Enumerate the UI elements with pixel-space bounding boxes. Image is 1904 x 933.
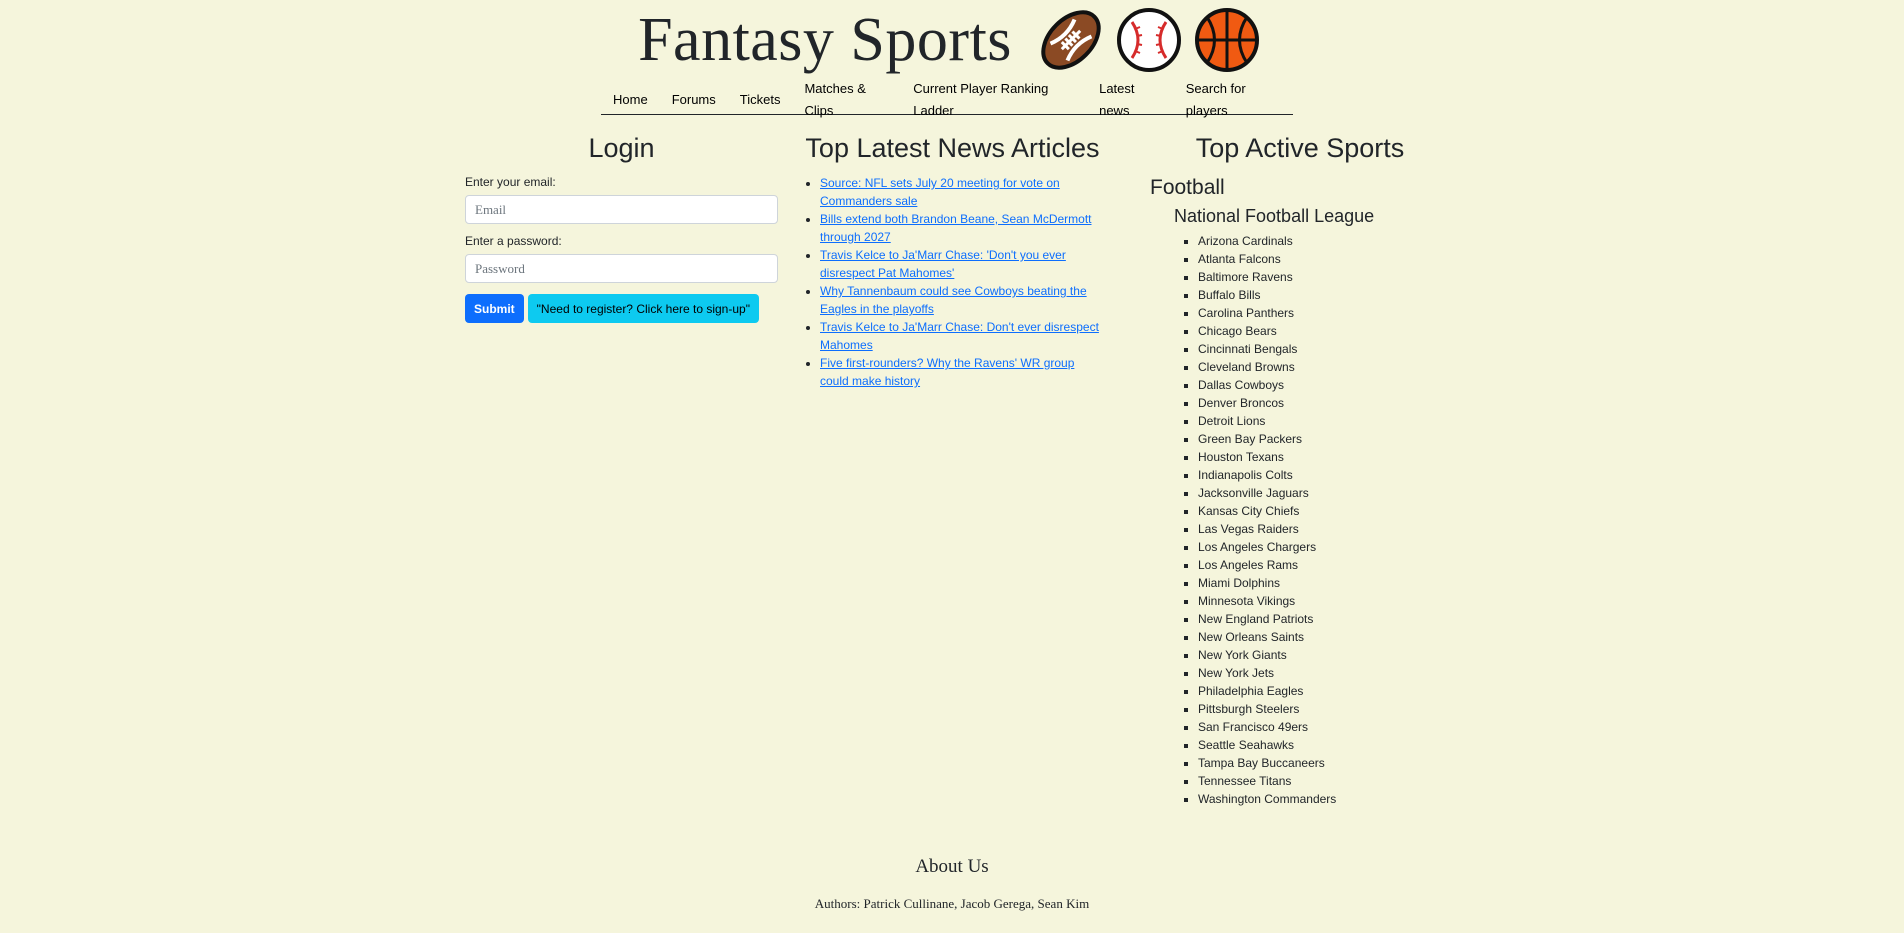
football-icon bbox=[1036, 5, 1106, 75]
news-article-link[interactable]: Five first-rounders? Why the Ravens' WR … bbox=[820, 356, 1074, 388]
team-item: Indianapolis Colts bbox=[1198, 466, 1450, 484]
team-item: Chicago Bears bbox=[1198, 322, 1450, 340]
league-name: National Football League bbox=[1174, 206, 1375, 226]
news-item: Bills extend both Brandon Beane, Sean Mc… bbox=[820, 210, 1105, 246]
team-item: Cincinnati Bengals bbox=[1198, 340, 1450, 358]
team-list: Arizona Cardinals Atlanta Falcons Baltim… bbox=[1150, 232, 1450, 808]
nav-search-players[interactable]: Search for players bbox=[1174, 78, 1293, 122]
team-item: Baltimore Ravens bbox=[1198, 268, 1450, 286]
team-item: Cleveland Browns bbox=[1198, 358, 1450, 376]
nav-tickets[interactable]: Tickets bbox=[728, 89, 793, 111]
password-field[interactable] bbox=[465, 254, 778, 283]
team-item: Jacksonville Jaguars bbox=[1198, 484, 1450, 502]
nav-forums[interactable]: Forums bbox=[660, 89, 728, 111]
team-item: Buffalo Bills bbox=[1198, 286, 1450, 304]
team-item: Denver Broncos bbox=[1198, 394, 1450, 412]
news-article-link[interactable]: Bills extend both Brandon Beane, Sean Mc… bbox=[820, 212, 1092, 244]
email-field[interactable] bbox=[465, 195, 778, 224]
nav-latest-news[interactable]: Latest news bbox=[1087, 78, 1174, 122]
team-item: Green Bay Packers bbox=[1198, 430, 1450, 448]
team-item: New York Jets bbox=[1198, 664, 1450, 682]
team-item: San Francisco 49ers bbox=[1198, 718, 1450, 736]
team-item: Dallas Cowboys bbox=[1198, 376, 1450, 394]
team-item: Detroit Lions bbox=[1198, 412, 1450, 430]
sport-name: Football bbox=[1150, 176, 1225, 199]
team-item: Kansas City Chiefs bbox=[1198, 502, 1450, 520]
nav-matches-clips[interactable]: Matches & Clips bbox=[792, 78, 901, 122]
team-item: Philadelphia Eagles bbox=[1198, 682, 1450, 700]
team-item: Miami Dolphins bbox=[1198, 574, 1450, 592]
submit-button[interactable]: Submit bbox=[465, 294, 524, 323]
nav-player-ranking-ladder[interactable]: Current Player Ranking Ladder bbox=[901, 78, 1087, 122]
baseball-icon bbox=[1114, 5, 1184, 75]
team-item: Seattle Seahawks bbox=[1198, 736, 1450, 754]
team-item: Arizona Cardinals bbox=[1198, 232, 1450, 250]
site-header: Fantasy Sports bbox=[0, 0, 1904, 80]
news-item: Travis Kelce to Ja'Marr Chase: Don't eve… bbox=[820, 318, 1105, 354]
sports-title: Top Active Sports bbox=[1195, 133, 1405, 163]
register-button[interactable]: "Need to register? Click here to sign-up… bbox=[527, 294, 759, 323]
news-article-link[interactable]: Travis Kelce to Ja'Marr Chase: 'Don't yo… bbox=[820, 248, 1066, 280]
team-item: Los Angeles Rams bbox=[1198, 556, 1450, 574]
login-panel: Login Enter your email: Enter a password… bbox=[465, 128, 778, 323]
login-title: Login bbox=[588, 133, 655, 163]
team-item: Los Angeles Chargers bbox=[1198, 538, 1450, 556]
team-item: Atlanta Falcons bbox=[1198, 250, 1450, 268]
team-item: Carolina Panthers bbox=[1198, 304, 1450, 322]
team-item: New England Patriots bbox=[1198, 610, 1450, 628]
news-item: Five first-rounders? Why the Ravens' WR … bbox=[820, 354, 1105, 390]
news-article-link[interactable]: Travis Kelce to Ja'Marr Chase: Don't eve… bbox=[820, 320, 1099, 352]
email-label: Enter your email: bbox=[465, 175, 556, 189]
news-title: Top Latest News Articles bbox=[805, 133, 1100, 163]
team-item: Pittsburgh Steelers bbox=[1198, 700, 1450, 718]
news-article-link[interactable]: Source: NFL sets July 20 meeting for vot… bbox=[820, 176, 1060, 208]
news-item: Travis Kelce to Ja'Marr Chase: 'Don't yo… bbox=[820, 246, 1105, 282]
authors-text: Authors: Patrick Cullinane, Jacob Gerega… bbox=[814, 896, 1090, 911]
password-label: Enter a password: bbox=[465, 234, 562, 248]
basketball-icon bbox=[1192, 5, 1262, 75]
news-item: Source: NFL sets July 20 meeting for vot… bbox=[820, 174, 1105, 210]
login-buttons: Submit "Need to register? Click here to … bbox=[465, 294, 778, 323]
news-article-link[interactable]: Why Tannenbaum could see Cowboys beating… bbox=[820, 284, 1087, 316]
about-us-title: About Us bbox=[915, 856, 989, 877]
site-title: Fantasy Sports bbox=[638, 6, 1012, 74]
team-item: Houston Texans bbox=[1198, 448, 1450, 466]
news-list: Source: NFL sets July 20 meeting for vot… bbox=[800, 174, 1105, 390]
team-item: Tampa Bay Buccaneers bbox=[1198, 754, 1450, 772]
team-item: Washington Commanders bbox=[1198, 790, 1450, 808]
team-item: Tennessee Titans bbox=[1198, 772, 1450, 790]
news-item: Why Tannenbaum could see Cowboys beating… bbox=[820, 282, 1105, 318]
team-item: New Orleans Saints bbox=[1198, 628, 1450, 646]
team-item: Minnesota Vikings bbox=[1198, 592, 1450, 610]
main-navigation: Home Forums Tickets Matches & Clips Curr… bbox=[601, 81, 1293, 118]
team-item: New York Giants bbox=[1198, 646, 1450, 664]
sports-panel: Top Active Sports Football National Foot… bbox=[1150, 128, 1450, 808]
team-item: Las Vegas Raiders bbox=[1198, 520, 1450, 538]
news-panel: Top Latest News Articles Source: NFL set… bbox=[800, 128, 1105, 390]
nav-home[interactable]: Home bbox=[601, 89, 660, 111]
